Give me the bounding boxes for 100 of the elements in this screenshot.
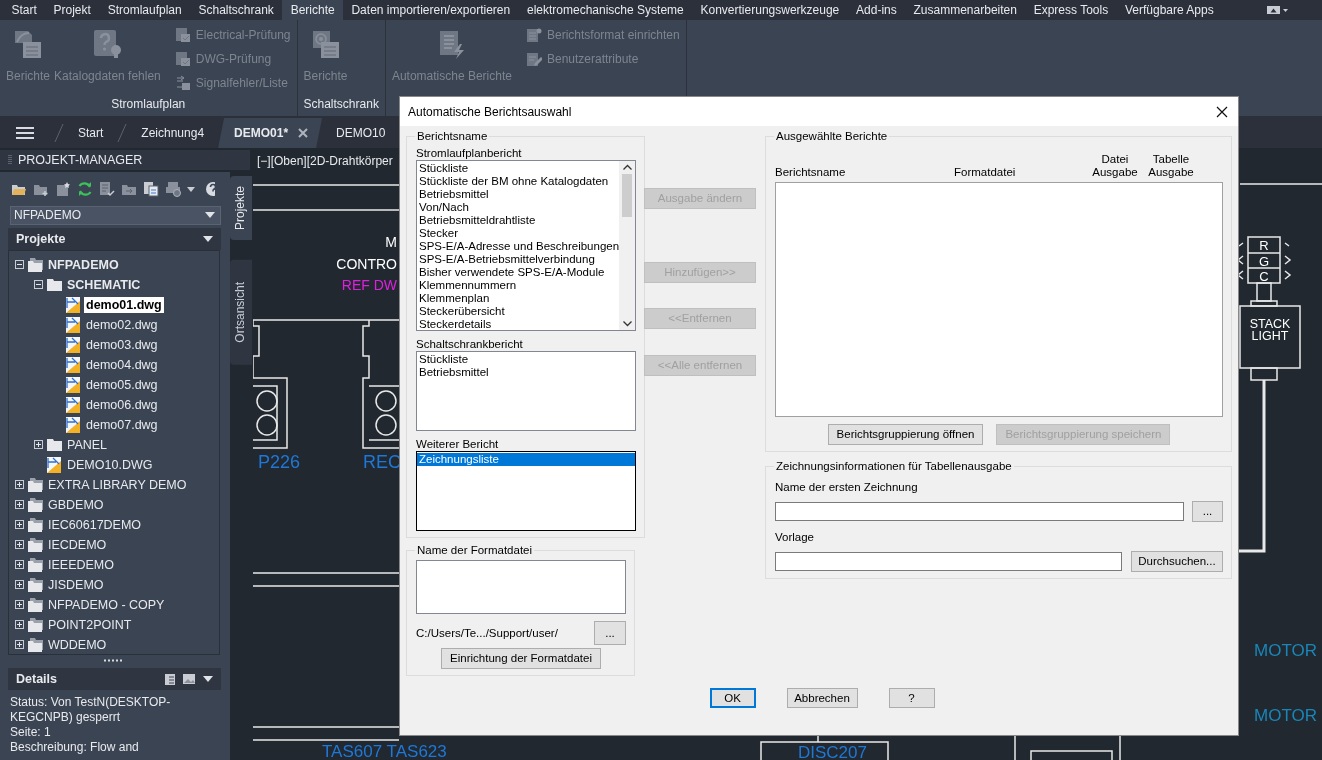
browse-button[interactable]: Durchsuchen... (1131, 551, 1223, 572)
document-tab[interactable]: Start (64, 118, 118, 148)
scrollbar[interactable] (619, 161, 636, 330)
printer-icon[interactable] (165, 180, 181, 197)
list-item[interactable]: Stecker (417, 227, 620, 240)
expand-toggle-icon[interactable] (15, 600, 24, 610)
project-dropdown[interactable]: NFPADEMO (10, 205, 221, 225)
ribbon-tab[interactable]: elektromechanische Systeme (518, 0, 693, 20)
group-button[interactable]: Berichtsgruppierung öffnen (827, 424, 984, 445)
list-item[interactable]: Klemmenplan (417, 292, 620, 305)
expand-toggle-icon[interactable] (15, 520, 24, 530)
tree-item[interactable]: GBDEMO (46, 496, 106, 513)
document-tab[interactable]: DEMO01* (218, 118, 323, 148)
document-tab[interactable]: Zeichnung4 (127, 118, 219, 148)
list-item[interactable]: Von/Nach (417, 201, 620, 214)
column-header[interactable]: Tabelle Ausgabe (1145, 153, 1197, 179)
tree-item[interactable]: NFPADEMO - COPY (46, 596, 167, 613)
list-item[interactable]: Stückliste (417, 353, 636, 366)
resize-grip-icon[interactable] (103, 659, 123, 663)
expand-toggle-icon[interactable] (34, 440, 43, 450)
ribbon-tab[interactable]: Verfügbare Apps (1116, 0, 1223, 20)
tree-item[interactable]: demo04.dwg (84, 356, 160, 373)
close-icon[interactable] (1216, 105, 1228, 118)
section-header[interactable]: Projekte (8, 227, 221, 250)
browse-button[interactable]: ... (594, 621, 626, 645)
setup-button[interactable]: Einrichtung der Formatdatei (441, 648, 601, 669)
list-item[interactable]: Bisher verwendete SPS-E/A-Module (417, 266, 620, 279)
ribbon-tab[interactable]: Schaltschrank (190, 0, 283, 20)
refresh-icon[interactable] (77, 180, 93, 197)
text-field[interactable] (775, 502, 1184, 521)
document-list-icon[interactable] (165, 673, 175, 685)
document-check-icon[interactable] (99, 180, 115, 197)
scroll-up-icon[interactable] (622, 164, 632, 170)
list-item[interactable]: Betriebsmittel (417, 188, 620, 201)
list-item[interactable]: Betriebsmitteldrahtliste (417, 214, 620, 227)
tree-item[interactable]: POINT2POINT (46, 616, 134, 633)
window-toggle-icon[interactable] (1266, 4, 1290, 16)
column-header[interactable]: Datei Ausgabe (1089, 153, 1141, 179)
ribbon-tab[interactable]: Projekt (45, 0, 100, 20)
list-item[interactable]: SPS-E/A-Betriebsmittelverbindung (417, 253, 620, 266)
ribbon-tab[interactable]: Zusammenarbeiten (905, 0, 1026, 20)
list-item[interactable]: Zeichnungsliste (417, 453, 636, 466)
collapse-toggle-icon[interactable] (15, 260, 24, 270)
tree-item[interactable]: PANEL (65, 436, 110, 453)
dialog-button[interactable]: ? (888, 688, 935, 708)
browse-button[interactable]: ... (1192, 501, 1223, 522)
tree-item[interactable]: JISDEMO (46, 576, 106, 593)
document-tab[interactable]: DEMO10 (322, 118, 400, 148)
expand-toggle-icon[interactable] (15, 640, 24, 650)
expand-toggle-icon[interactable] (15, 620, 24, 630)
tree-item[interactable]: demo02.dwg (84, 316, 160, 333)
tree-item[interactable]: demo01.dwg (84, 296, 164, 313)
viewport-controls[interactable]: [−][Oben][2D-Drahtkörper (257, 154, 393, 168)
tree-item[interactable]: DEMO10.DWG (65, 456, 155, 473)
tree-item[interactable]: EXTRA LIBRARY DEMO (46, 476, 189, 493)
ribbon-tab[interactable]: Start (3, 0, 46, 20)
ribbon-tab[interactable]: Express Tools (1025, 0, 1117, 20)
dialog-button[interactable]: OK (709, 688, 756, 708)
expand-toggle-icon[interactable] (15, 500, 24, 510)
tree-item[interactable]: IEC60617DEMO (46, 516, 144, 533)
list-box[interactable]: Stückliste Betriebsmittel (416, 351, 637, 431)
list-box[interactable] (416, 160, 637, 331)
ribbon-tab[interactable]: Add-ins (847, 0, 906, 20)
tree-item[interactable]: demo05.dwg (84, 376, 160, 393)
dialog-button[interactable]: Abbrechen (786, 688, 858, 708)
expand-toggle-icon[interactable] (15, 540, 24, 550)
tree-item[interactable]: demo07.dwg (84, 416, 160, 433)
ribbon-tab[interactable]: Berichte (282, 0, 344, 20)
side-tab[interactable]: Ortsansicht (230, 260, 252, 365)
expand-toggle-icon[interactable] (15, 580, 24, 590)
collapse-toggle-icon[interactable] (34, 280, 43, 290)
tree-item[interactable]: IEEEDEMO (46, 556, 116, 573)
tree-item[interactable]: SCHEMATIC (65, 276, 181, 293)
tree-item[interactable]: demo03.dwg (84, 336, 160, 353)
ribbon-tab[interactable]: Daten importieren/exportieren (343, 0, 519, 20)
side-tab[interactable]: Projekte (230, 176, 252, 241)
list-item[interactable]: Steckerdetails (417, 318, 620, 330)
list-item[interactable]: Stückliste der BM ohne Katalogdaten (417, 175, 620, 188)
column-header[interactable]: Berichtsname (775, 166, 954, 179)
section-header[interactable]: Details (8, 668, 221, 690)
document-star-icon[interactable] (55, 180, 71, 197)
caret-down-icon[interactable] (203, 676, 213, 682)
list-item[interactable]: SPS-E/A-Adresse und Beschreibungen (417, 240, 620, 253)
document-copy-icon[interactable] (143, 180, 159, 197)
tree-item[interactable]: IECDEMO (46, 536, 109, 553)
text-field[interactable] (775, 552, 1122, 571)
column-header[interactable]: Formatdatei (954, 166, 1089, 179)
tree-item[interactable]: demo06.dwg (84, 396, 160, 413)
ribbon-tab[interactable]: Konvertierungswerkzeuge (692, 0, 848, 20)
list-box[interactable]: Zeichnungsliste (416, 451, 637, 531)
expand-toggle-icon[interactable] (15, 480, 24, 490)
scrollbar-thumb[interactable] (622, 174, 633, 217)
tree-item[interactable]: WDDEMO (46, 636, 109, 653)
list-item[interactable]: Betriebsmittel (417, 366, 636, 379)
expand-toggle-icon[interactable] (15, 560, 24, 570)
list-item[interactable]: Stückliste (417, 162, 620, 175)
list-item[interactable]: Klemmennummern (417, 279, 620, 292)
list-item[interactable]: Steckerübersicht (417, 305, 620, 318)
scroll-down-icon[interactable] (622, 321, 632, 327)
ribbon-tab[interactable]: Stromlaufplan (99, 0, 191, 20)
